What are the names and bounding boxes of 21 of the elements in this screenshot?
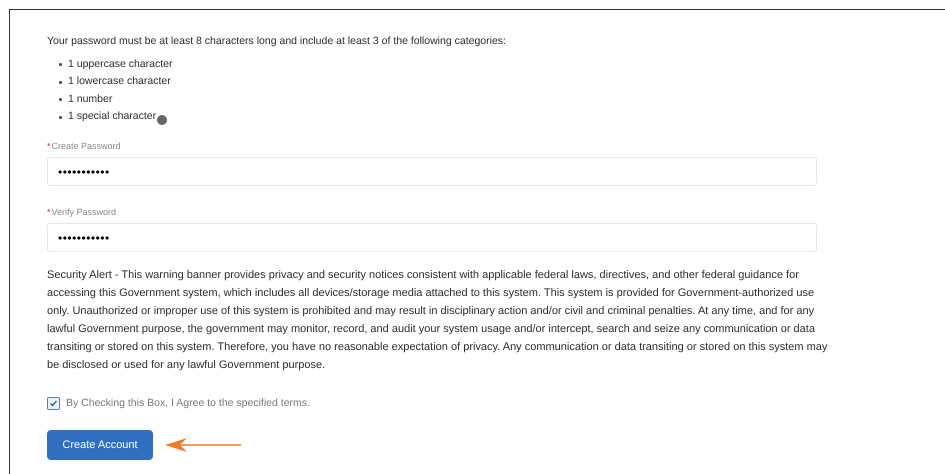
create-account-button[interactable]: Create Account [47, 430, 153, 460]
password-field[interactable]: ••••••••••• [47, 223, 817, 252]
field-label: Create Password [52, 140, 121, 152]
requirement-item: 1 lowercase character [68, 74, 171, 90]
requirement-item: 1 number [68, 92, 112, 107]
agree-label: By Checking this Box, I Agree to the specified terms. [66, 396, 310, 411]
checkmark-icon [49, 399, 58, 408]
required-asterisk: * [47, 140, 51, 152]
required-asterisk: * [47, 206, 51, 218]
info-icon[interactable] [157, 114, 168, 125]
bullet-icon [59, 63, 62, 66]
password-field[interactable]: ••••••••••• [47, 157, 817, 186]
bullet-icon [59, 80, 62, 84]
agree-checkbox[interactable] [47, 397, 60, 410]
field-label: Verify Password [52, 206, 116, 218]
requirement-item: 1 uppercase character [68, 56, 172, 72]
requirements-intro: Your password must be at least 8 characters long and include at least 3 of the following categories: [47, 34, 507, 49]
requirement-item: 1 special character [68, 109, 156, 124]
security-alert-text: Security Alert - This warning banner provides privacy and security notices consistent with applicable federal laws, directives, and other federal guidance for accessing this Government system, which includes all devices/storage media attached to this system. This system is provided for Government-authorized use only. Unauthorized or improper use of this system is prohibited and may result in disciplinary action and/or civil and criminal penalties. At any time, and for any lawful Government purpose, the government may monitor, record, and audit your system usage and/or intercept, search and seize any communication or data transiting or stored on this system. Therefore, you have no reasonable expectation of privacy. Any communication or data transiting or stored on this system may be disclosed or used for any lawful Government purpose. [47, 268, 828, 373]
bullet-icon [59, 116, 62, 119]
bullet-icon [59, 98, 62, 102]
